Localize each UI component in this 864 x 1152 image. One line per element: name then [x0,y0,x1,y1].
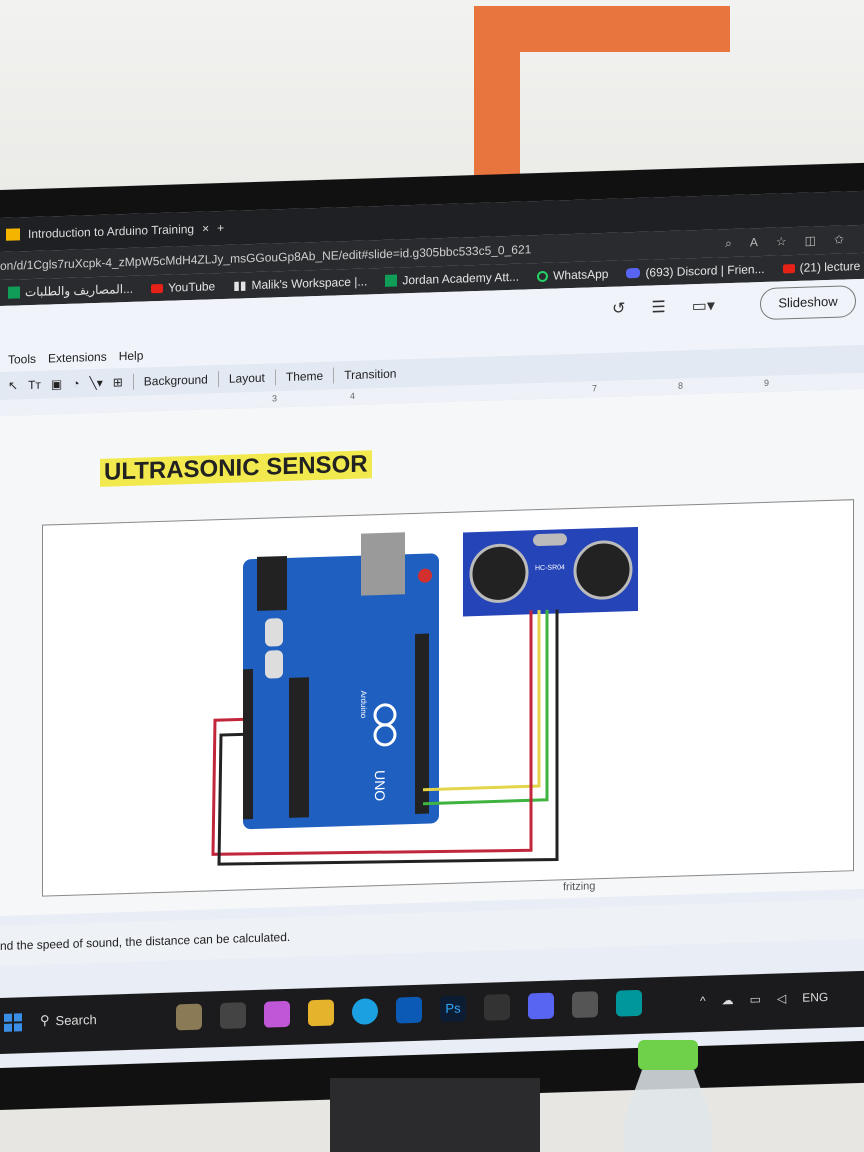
discord-icon [626,267,641,279]
bookmark-item[interactable]: YouTube [151,279,215,295]
comments-icon[interactable]: ☰ [651,297,665,317]
digital-header [415,633,429,814]
line-icon[interactable]: ╲▾ [89,376,102,390]
wire-green [423,609,549,806]
wire-yellow [423,610,541,792]
power-header [243,669,253,820]
version-history-icon[interactable]: ↺ [612,298,625,318]
bookmark-item[interactable]: (21) lecture 19 || SD... [782,257,864,275]
zoom-icon[interactable]: ⌕ [725,229,732,257]
whatsapp-icon [537,270,549,282]
chevron-up-icon[interactable]: ^ [700,994,706,1008]
display-icon[interactable]: ▭ [750,992,761,1006]
taskbar-search[interactable]: ⚲ Search [40,1011,97,1029]
ruler-mark: 7 [592,383,598,394]
chip [289,677,309,818]
meet-video-icon[interactable]: ▭▾ [692,296,715,317]
send-icon[interactable]: ◁ [777,991,786,1005]
sheet-icon [385,274,398,287]
bottle-cap [638,1040,698,1070]
windows-taskbar: ⚲ Search Ps ^ ☁ ▭ ◁ ENG [0,970,864,1054]
board-label: UNO [372,770,388,802]
circuit-diagram[interactable]: UNO Arduino HC-SR04 fritzing [42,499,854,897]
read-aloud-icon[interactable]: A [750,228,758,256]
theme-button[interactable]: Theme [286,369,323,384]
favorites-icon[interactable]: ✩ [834,225,844,253]
outlook-icon[interactable] [396,996,422,1024]
task-view-icon[interactable] [220,1002,246,1030]
app-icon[interactable] [484,993,510,1021]
toolbar-divider [333,367,335,384]
monitor: Introduction to Arduino Training × + on/… [0,162,864,1110]
ruler-mark: 9 [764,377,770,388]
tab-close-icon[interactable]: × [202,217,209,239]
screen: Introduction to Arduino Training × + on/… [0,190,864,1068]
ruler-mark: 4 [350,390,356,402]
workspace-icon: ▮▮ [233,278,247,293]
sensor-label: HC-SR04 [535,564,565,572]
capacitor [265,650,283,679]
windows-start-icon[interactable] [4,1013,22,1032]
ruler-mark: 3 [272,393,278,404]
discord-taskbar-icon[interactable] [528,992,554,1020]
toolbar-divider [274,369,276,386]
background-button[interactable]: Background [144,372,208,388]
system-tray: ^ ☁ ▭ ◁ ENG [700,990,828,1008]
sensor-crystal [533,533,567,547]
select-tool-icon[interactable]: ↖ [8,378,18,392]
usb-jack [257,555,287,611]
bottle-body [624,1070,712,1152]
bookmark-item[interactable]: Jordan Academy Att... [385,270,519,288]
transition-button[interactable]: Transition [344,367,396,383]
favorite-star-icon[interactable]: ☆ [776,227,787,255]
new-tab-button[interactable]: + [217,217,224,239]
circuit-svg: UNO Arduino HC-SR04 [211,526,638,866]
toolbar-divider [217,371,219,388]
bookmark-item[interactable]: المصاريف والطلبات... [8,282,133,300]
sheet-icon [8,286,20,299]
tab-title: Introduction to Arduino Training [28,221,195,242]
sensor-transducer [469,543,529,603]
bookmark-item[interactable]: (693) Discord | Frien... [626,262,765,280]
board-brand: Arduino [359,690,368,718]
menu-help[interactable]: Help [119,348,144,363]
slide-canvas[interactable]: ULTRASONIC SENSOR UNO Arduino HC-SR04 fr… [0,388,864,916]
toolbar-divider [132,373,134,390]
slide-title[interactable]: ULTRASONIC SENSOR [100,450,372,487]
youtube-icon [782,263,795,273]
sensor-transducer [573,540,633,600]
text-box-icon[interactable]: Tт [28,378,41,392]
browser-tab[interactable]: Introduction to Arduino Training × + [6,217,224,246]
slides-favicon-icon [6,228,20,241]
shape-icon[interactable]: ◔ [72,377,79,391]
search-label: Search [55,1011,97,1028]
water-bottle [624,1040,712,1152]
capacitor [265,618,283,647]
edge-icon[interactable] [352,998,378,1025]
youtube-icon [151,283,164,293]
comment-add-icon[interactable]: ⊞ [113,375,123,389]
copilot-icon[interactable] [264,1000,290,1028]
image-icon[interactable]: ▣ [51,377,62,391]
language-indicator[interactable]: ENG [802,990,828,1005]
bookmark-item[interactable]: ▮▮ Malik's Workspace |... [233,274,367,292]
widget-icon[interactable] [176,1003,202,1031]
search-icon: ⚲ [40,1012,50,1028]
usb-port [361,532,405,596]
file-explorer-icon[interactable] [308,999,334,1027]
settings-icon[interactable] [572,991,598,1019]
menu-tools[interactable]: Tools [8,352,36,367]
monitor-stand [330,1078,540,1152]
photoshop-icon[interactable]: Ps [440,995,466,1023]
layout-button[interactable]: Layout [229,371,265,386]
arduino-ide-icon[interactable] [616,989,642,1017]
ruler-mark: 8 [678,380,684,391]
slideshow-button[interactable]: Slideshow [760,285,856,321]
split-screen-icon[interactable]: ◫ [805,226,816,254]
menu-extensions[interactable]: Extensions [48,350,107,366]
bookmark-item[interactable]: WhatsApp [537,267,608,283]
fritzing-watermark: fritzing [563,880,596,894]
cloud-icon[interactable]: ☁ [722,993,734,1007]
